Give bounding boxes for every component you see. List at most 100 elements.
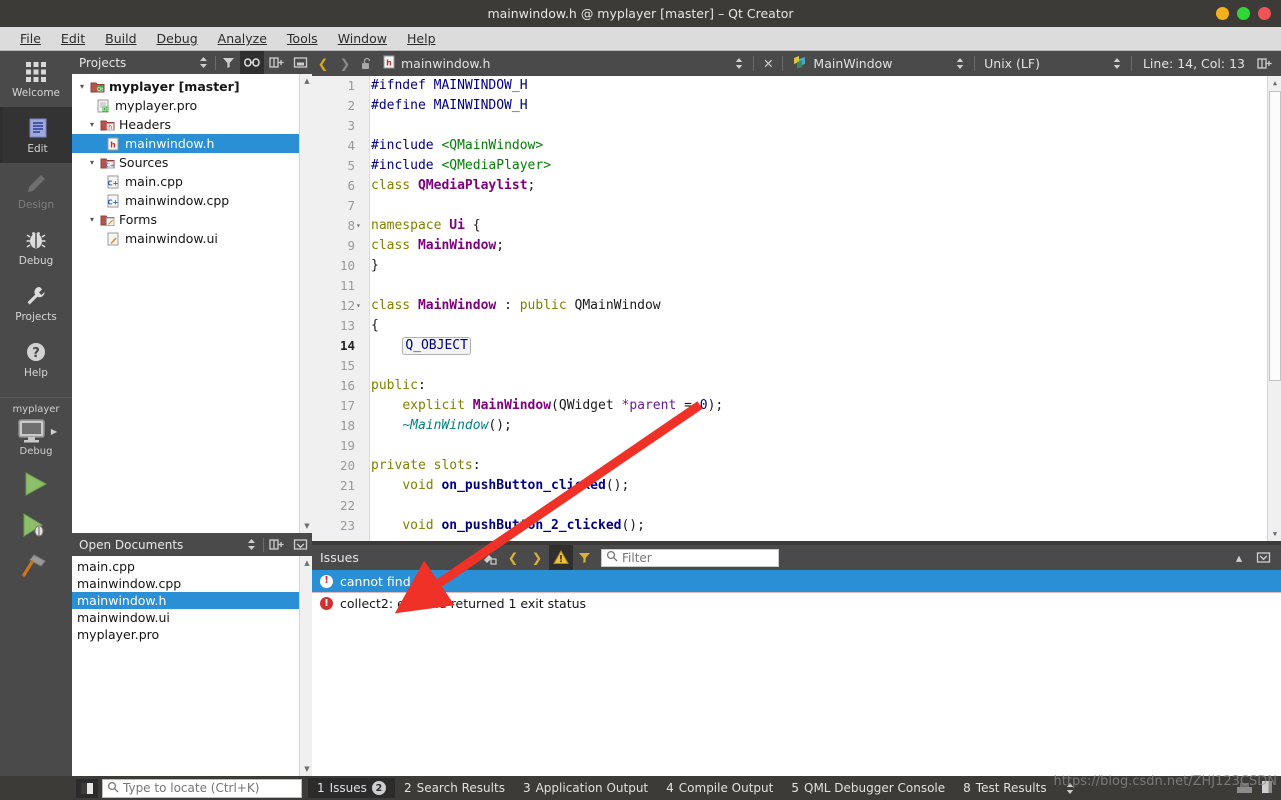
open-document-item[interactable]: mainwindow.ui: [72, 609, 312, 626]
mode-design[interactable]: Design: [0, 163, 72, 219]
warning-triangle-icon[interactable]: [549, 545, 573, 570]
encoding-spinner[interactable]: [1106, 51, 1128, 76]
code-text[interactable]: #ifndef MAINWINDOW_H #define MAINWINDOW_…: [371, 76, 1267, 541]
line-ending-spinner[interactable]: [949, 51, 971, 76]
opendocs-scrollbar[interactable]: ▲ ▼: [299, 556, 312, 776]
issue-row[interactable]: ! collect2: error: ld returned 1 exit st…: [312, 592, 1281, 614]
projects-synchronize-button[interactable]: [240, 51, 264, 74]
sidebar-toggle-icon[interactable]: [1261, 780, 1273, 797]
menu-build[interactable]: Build: [95, 29, 146, 48]
editor-file-selector[interactable]: h mainwindow.h: [378, 55, 490, 72]
projects-scrollbar[interactable]: ▲ ▼: [299, 74, 312, 533]
projects-filter-button[interactable]: [216, 51, 240, 74]
chevron-left-icon[interactable]: ❮: [501, 545, 525, 570]
maximize-button[interactable]: [1237, 7, 1250, 20]
editor-symbol-selector[interactable]: MainWindow: [786, 55, 893, 72]
clear-icon[interactable]: [477, 545, 501, 570]
tree-item-mainwindow-cpp[interactable]: C+ mainwindow.cpp: [72, 191, 312, 210]
locator-input[interactable]: Type to locate (Ctrl+K): [102, 778, 302, 798]
menu-file[interactable]: File: [10, 29, 51, 48]
open-document-item[interactable]: main.cpp: [72, 558, 312, 575]
mode-projects[interactable]: Projects: [0, 275, 72, 331]
issue-row-selected[interactable]: ! cannot find -lGL: [312, 570, 1281, 592]
tree-item-myplayer-pro[interactable]: Qt myplayer.pro: [72, 96, 312, 115]
output-tab-issues[interactable]: 1 Issues 2: [308, 778, 395, 798]
chevron-down-icon[interactable]: ▾: [86, 120, 98, 129]
scroll-down-arrow[interactable]: ▼: [1268, 527, 1281, 541]
opendocs-close-button[interactable]: [288, 533, 312, 556]
chevron-up-icon[interactable]: ▴: [1227, 545, 1251, 570]
funnel-icon[interactable]: [573, 545, 597, 570]
mode-debug[interactable]: Debug: [0, 219, 72, 275]
kit-selector[interactable]: myplayer ▶ Debug: [0, 397, 72, 457]
output-panel-icon[interactable]: [1236, 780, 1253, 797]
file-selector-spinner[interactable]: [728, 51, 750, 76]
open-document-item[interactable]: mainwindow.cpp: [72, 575, 312, 592]
menu-edit[interactable]: Edit: [51, 29, 95, 48]
chevron-right-icon[interactable]: ❯: [525, 545, 549, 570]
projects-close-button[interactable]: [288, 51, 312, 74]
projects-split-button[interactable]: [264, 51, 288, 74]
output-tab-search-results[interactable]: 2 Search Results: [395, 778, 514, 798]
mode-welcome-label: Welcome: [11, 87, 61, 99]
line-number: 5: [347, 158, 355, 173]
projects-sort-button[interactable]: [191, 51, 215, 74]
hammer-icon[interactable]: [20, 553, 52, 582]
output-tab-qml-debugger-console[interactable]: 5 QML Debugger Console: [782, 778, 954, 798]
open-document-item[interactable]: myplayer.pro: [72, 626, 312, 643]
chevron-down-icon[interactable]: ▾: [76, 82, 88, 91]
fold-marker[interactable]: ▾: [356, 296, 366, 316]
play-bug-icon[interactable]: [20, 512, 52, 541]
close-button[interactable]: [1258, 7, 1271, 20]
mode-welcome[interactable]: Welcome: [0, 51, 72, 107]
output-tab-compile-output[interactable]: 4 Compile Output: [657, 778, 782, 798]
opendocs-sort-button[interactable]: [239, 533, 263, 556]
open-document-item-selected[interactable]: mainwindow.h: [72, 592, 312, 609]
menu-tools[interactable]: Tools: [277, 29, 328, 48]
chevron-down-icon[interactable]: ▾: [86, 158, 98, 167]
opendocs-split-button[interactable]: [264, 533, 288, 556]
output-tabs-more-button[interactable]: [1056, 778, 1084, 798]
output-tab-label: Test Results: [975, 781, 1047, 795]
scroll-up-arrow[interactable]: ▲: [1268, 76, 1281, 90]
menu-debug[interactable]: Debug: [147, 29, 208, 48]
scrollbar-thumb[interactable]: [1269, 91, 1281, 381]
code-token: MainWindow: [472, 398, 552, 413]
close-icon[interactable]: ✕: [757, 51, 779, 76]
mode-edit[interactable]: Edit: [0, 107, 72, 163]
maximize-panel-icon[interactable]: [1251, 545, 1275, 570]
menu-analyze[interactable]: Analyze: [208, 29, 277, 48]
output-tab-application-output[interactable]: 3 Application Output: [514, 778, 657, 798]
tree-item-sources[interactable]: ▾ C+ Sources: [72, 153, 312, 172]
menu-window[interactable]: Window: [328, 29, 397, 48]
tree-item-headers[interactable]: ▾ h Headers: [72, 115, 312, 134]
locator-icon[interactable]: [76, 778, 98, 798]
unlocked-icon[interactable]: [356, 51, 378, 76]
tree-item-mainwindow-h[interactable]: h mainwindow.h: [72, 134, 312, 153]
search-icon: [606, 550, 618, 565]
output-tab-test-results[interactable]: 8 Test Results: [954, 778, 1055, 798]
issues-filter-input[interactable]: [622, 550, 767, 565]
editor-symbol-name: MainWindow: [813, 56, 893, 71]
code-token: Ui: [449, 218, 465, 233]
code-editor[interactable]: 1 2 3 4 5 6 7 8 9 10 11 12 13 14 15 16 1…: [312, 76, 1281, 541]
tree-item-forms[interactable]: ▾ Forms: [72, 210, 312, 229]
menu-help[interactable]: Help: [397, 29, 446, 48]
code-token: on_pushButton_2_clicked: [441, 518, 622, 533]
tree-item-mainwindow-ui[interactable]: mainwindow.ui: [72, 229, 312, 248]
play-icon[interactable]: [21, 471, 51, 500]
issues-filter-field[interactable]: [601, 548, 779, 567]
chevron-down-icon[interactable]: ▾: [86, 215, 98, 224]
minimize-button[interactable]: [1216, 7, 1229, 20]
forward-icon[interactable]: ❯: [334, 51, 356, 76]
tree-item-main-cpp[interactable]: C+ main.cpp: [72, 172, 312, 191]
back-icon[interactable]: ❮: [312, 51, 334, 76]
line-ending-label[interactable]: Unix (LF): [978, 56, 1046, 71]
editor-scrollbar[interactable]: ▲ ▼: [1267, 76, 1281, 541]
fold-marker[interactable]: ▾: [356, 216, 366, 236]
tree-item-myplayer[interactable]: ▾ Qt myplayer [master]: [72, 77, 312, 96]
mode-help[interactable]: ? Help: [0, 331, 72, 387]
code-token: (: [551, 398, 559, 413]
editor-split-button[interactable]: [1253, 51, 1275, 76]
